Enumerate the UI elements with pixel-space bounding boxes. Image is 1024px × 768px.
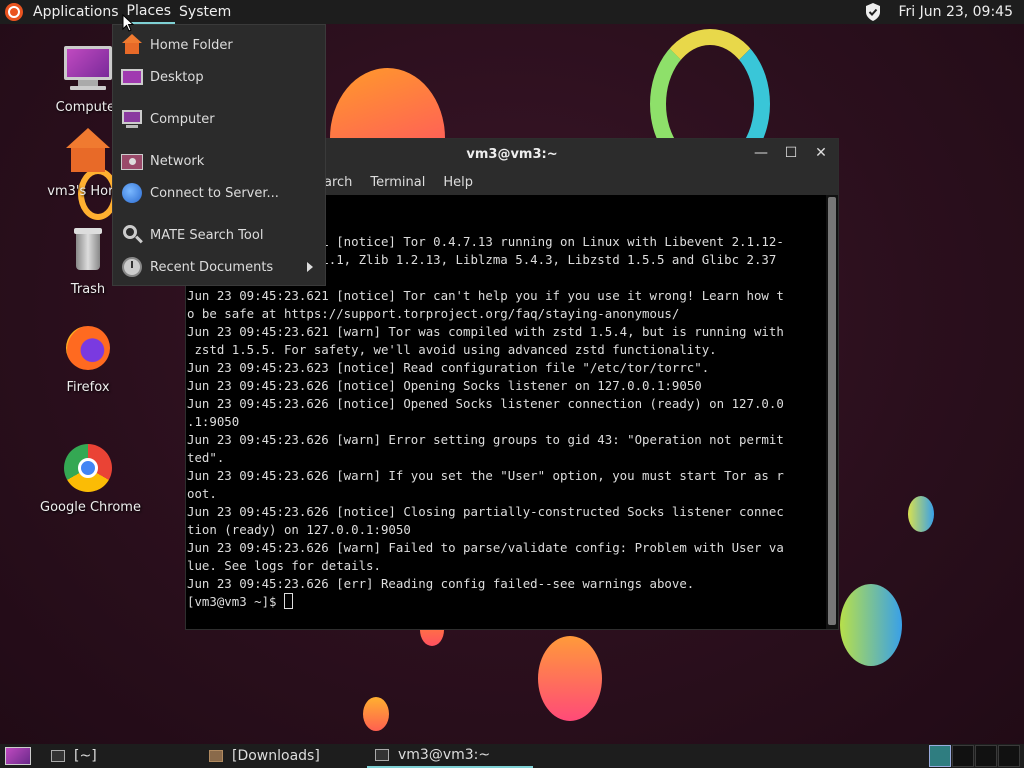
terminal-line: Jun 23 09:45:23.626 [warn] If you set th… — [187, 468, 784, 483]
terminal-line: tion (ready) on 127.0.0.1:9050 — [187, 522, 411, 537]
task-label: [~] — [74, 748, 97, 764]
desktop-icon-chrome[interactable]: Google Chrome — [40, 444, 141, 515]
submenu-arrow-icon — [307, 262, 313, 272]
terminal-line: Jun 23 09:45:23.626 [warn] Failed to par… — [187, 540, 784, 555]
menu-item-label: Desktop — [150, 69, 204, 85]
menu-item-desktop[interactable]: Desktop — [113, 61, 325, 93]
chrome-icon — [62, 444, 114, 496]
show-desktop-icon[interactable] — [5, 747, 31, 765]
text-cursor — [283, 593, 293, 609]
terminal-prompt-line[interactable]: [vm3@vm3 ~]$ — [187, 593, 826, 611]
workspace-1[interactable] — [929, 745, 951, 767]
terminal-line: Jun 23 09:45:23.623 [notice] Read config… — [187, 360, 710, 375]
menu-item-recent-documents[interactable]: Recent Documents — [113, 251, 325, 283]
terminal-line: Jun 23 09:45:23.621 [warn] Tor was compi… — [187, 324, 784, 339]
system-menu[interactable]: System — [175, 0, 235, 24]
terminal-menu[interactable]: Terminal — [370, 175, 425, 190]
shield-check-icon[interactable] — [864, 2, 882, 22]
menu-item-label: Recent Documents — [150, 259, 274, 275]
terminal-line: o be safe at https://support.torproject.… — [187, 306, 680, 321]
menu-separator — [113, 93, 325, 103]
places-dropdown: Home Folder Desktop Computer Network Con… — [112, 24, 326, 286]
home-folder-icon — [62, 128, 114, 180]
computer-icon — [121, 108, 143, 130]
terminal-icon — [375, 749, 389, 761]
wallpaper-green-dot — [908, 496, 934, 532]
terminal-line: oot. — [187, 486, 217, 501]
workspace-3[interactable] — [975, 745, 997, 767]
recent-documents-icon — [121, 256, 143, 278]
wallpaper-orange-blob-small — [538, 636, 602, 721]
terminal-scrollbar[interactable] — [826, 195, 838, 629]
computer-icon — [62, 44, 114, 96]
menu-item-label: Network — [150, 153, 205, 169]
help-menu[interactable]: Help — [443, 175, 473, 190]
wallpaper-orange-dot — [363, 697, 389, 731]
terminal-line: lue. See logs for details. — [187, 558, 381, 573]
terminal-line: Jun 23 09:45:23.626 [err] Reading config… — [187, 576, 695, 591]
desktop-icon — [121, 66, 143, 88]
menu-item-label: MATE Search Tool — [150, 227, 264, 243]
window-title: vm3@vm3:~ — [466, 146, 558, 162]
bottom-panel: [~] [Downloads] vm3@vm3:~ — [0, 744, 1024, 768]
terminal-line: Jun 23 09:45:23.621 [notice] Tor can't h… — [187, 288, 784, 303]
globe-icon — [121, 182, 143, 204]
network-icon — [121, 150, 143, 172]
workspace-4[interactable] — [998, 745, 1020, 767]
menu-item-label: Connect to Server... — [150, 185, 279, 201]
taskbar-item-terminal-home[interactable]: [~] — [43, 744, 201, 768]
desktop-icon-label: Google Chrome — [40, 500, 141, 515]
taskbar-item-downloads[interactable]: [Downloads] — [201, 744, 367, 768]
clock[interactable]: Fri Jun 23, 09:45 — [898, 4, 1013, 20]
close-icon[interactable]: ✕ — [812, 144, 830, 162]
mouse-pointer-icon — [122, 14, 134, 32]
desktop-icon-label: Firefox — [66, 380, 110, 395]
distro-logo-icon[interactable] — [5, 3, 23, 21]
terminal-line: ted". — [187, 450, 225, 465]
menu-item-computer[interactable]: Computer — [113, 103, 325, 135]
menu-separator — [113, 135, 325, 145]
menu-item-label: Home Folder — [150, 37, 233, 53]
taskbar-item-terminal-active[interactable]: vm3@vm3:~ — [367, 744, 533, 768]
menu-item-search-tool[interactable]: MATE Search Tool — [113, 219, 325, 251]
menu-item-label: Computer — [150, 111, 215, 127]
home-folder-icon — [121, 34, 143, 56]
terminal-icon — [51, 750, 65, 762]
workspace-2[interactable] — [952, 745, 974, 767]
task-label: vm3@vm3:~ — [398, 747, 491, 763]
task-label: [Downloads] — [232, 748, 320, 764]
maximize-icon[interactable]: ☐ — [782, 144, 800, 162]
scrollbar-thumb[interactable] — [828, 197, 836, 625]
menu-item-network[interactable]: Network — [113, 145, 325, 177]
wallpaper-green-blob — [840, 584, 902, 666]
terminal-line: Jun 23 09:45:23.626 [notice] Opened Sock… — [187, 396, 784, 411]
terminal-line: .1:9050 — [187, 414, 240, 429]
firefox-icon — [62, 324, 114, 376]
top-panel: Applications Places System Fri Jun 23, 0… — [0, 0, 1024, 24]
terminal-line: Jun 23 09:45:23.626 [notice] Closing par… — [187, 504, 784, 519]
terminal-line: zstd 1.5.5. For safety, we'll avoid usin… — [187, 342, 717, 357]
applications-menu[interactable]: Applications — [29, 0, 123, 24]
minimize-icon[interactable]: — — [752, 144, 770, 162]
terminal-line: Jun 23 09:45:23.626 [notice] Opening Soc… — [187, 378, 702, 393]
search-icon — [121, 224, 143, 246]
menu-separator — [113, 209, 325, 219]
folder-icon — [209, 750, 223, 762]
desktop-icon-firefox[interactable]: Firefox — [40, 324, 136, 395]
terminal-line: Jun 23 09:45:23.626 [warn] Error setting… — [187, 432, 784, 447]
menu-item-home-folder[interactable]: Home Folder — [113, 29, 325, 61]
menu-item-connect-to-server[interactable]: Connect to Server... — [113, 177, 325, 209]
trash-icon — [62, 226, 114, 278]
workspace-switcher — [928, 744, 1024, 768]
prompt-text: [vm3@vm3 ~]$ — [187, 594, 284, 609]
